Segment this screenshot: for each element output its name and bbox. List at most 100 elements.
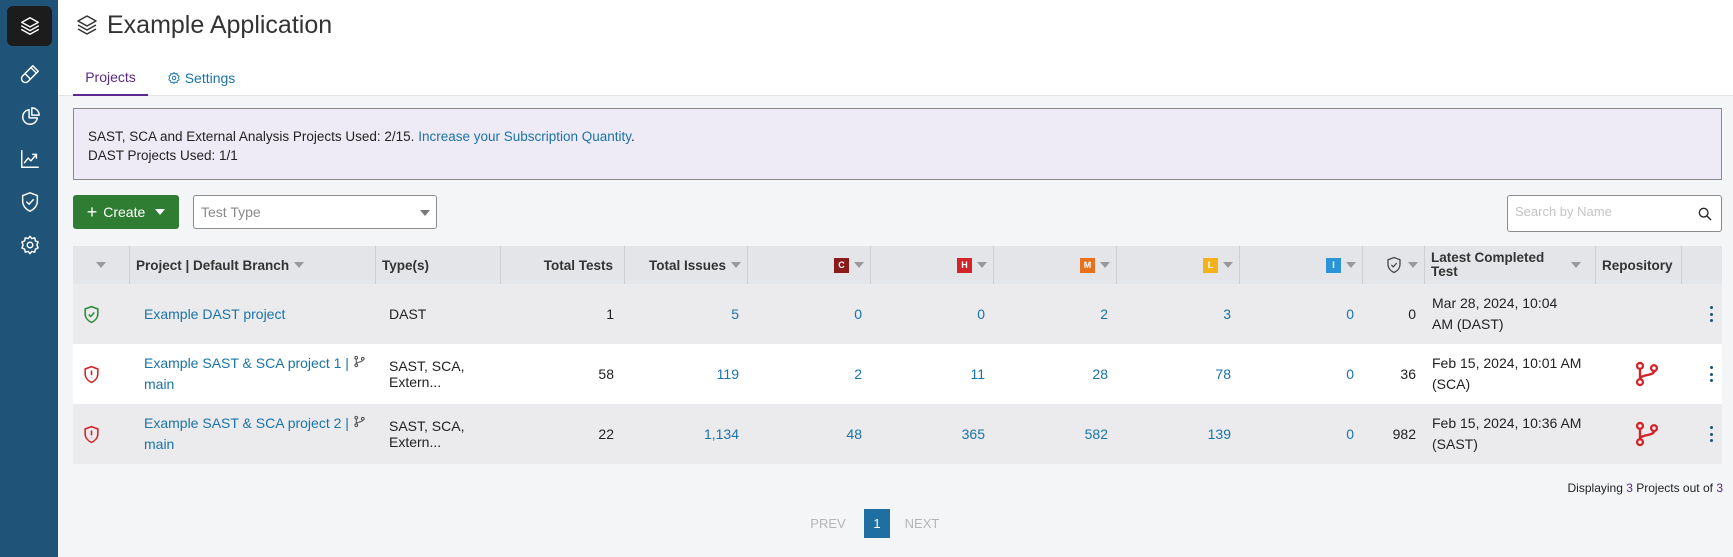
total-issues-link[interactable]: 1,134 xyxy=(625,404,739,464)
displaying-middle: Projects out of xyxy=(1636,481,1713,495)
projects-used-text: SAST, SCA and External Analysis Projects… xyxy=(88,129,415,144)
tab-settings[interactable]: Settings xyxy=(161,60,241,96)
policy-count: 982 xyxy=(1392,426,1416,442)
create-label: Create xyxy=(103,204,146,220)
info-severity-badge: I xyxy=(1326,257,1341,273)
table-row[interactable]: Example DAST project DAST 1 5 0 0 2 3 0 … xyxy=(73,284,1722,344)
gear-icon xyxy=(20,235,39,255)
total-issues-link[interactable]: 119 xyxy=(625,344,739,404)
status-failed-icon xyxy=(82,404,102,464)
critical-severity-badge: C xyxy=(834,257,849,273)
main-content: Example Application Projects Settings SA… xyxy=(58,0,1733,557)
high-count-link[interactable]: 11 xyxy=(871,344,985,404)
caret-down-icon xyxy=(155,209,166,215)
column-critical[interactable]: C xyxy=(748,246,871,284)
displaying-shown: 3 xyxy=(1626,481,1633,495)
column-medium[interactable]: M xyxy=(994,246,1117,284)
column-total-issues[interactable]: Total Issues xyxy=(625,246,748,284)
shield-check-icon xyxy=(21,192,38,212)
total-tests: 22 xyxy=(598,426,614,442)
sidebar-item-dashboards[interactable] xyxy=(7,97,52,137)
dast-used-text: DAST Projects Used: 1/1 xyxy=(88,148,238,163)
low-count-link[interactable]: 3 xyxy=(1117,284,1231,344)
project-name-link[interactable]: Example DAST project xyxy=(144,284,374,344)
tab-settings-label: Settings xyxy=(184,70,236,86)
total-tests: 1 xyxy=(606,306,614,322)
info-count-link[interactable]: 0 xyxy=(1240,284,1354,344)
sidebar-item-settings[interactable] xyxy=(7,225,52,265)
low-severity-badge: L xyxy=(1203,257,1218,273)
row-actions-menu-icon[interactable] xyxy=(1710,426,1714,442)
column-latest-test[interactable]: Latest Completed Test xyxy=(1425,246,1596,284)
medium-count-link[interactable]: 2 xyxy=(994,284,1108,344)
displaying-prefix: Displaying xyxy=(1567,481,1623,495)
column-types: Type(s) xyxy=(376,246,501,284)
medium-count-link[interactable]: 582 xyxy=(994,404,1108,464)
sidebar-item-applications[interactable] xyxy=(7,6,52,46)
pie-chart-icon xyxy=(21,107,40,125)
total-tests: 58 xyxy=(598,366,614,382)
project-name: Example SAST & SCA project 2 | xyxy=(144,415,349,431)
project-types: DAST xyxy=(389,306,427,322)
repository-link[interactable] xyxy=(1633,404,1661,464)
search-box xyxy=(1507,195,1722,232)
shield-check-icon xyxy=(1387,256,1401,274)
column-total-issues-label: Total Issues xyxy=(648,257,726,273)
page-1-button[interactable]: 1 xyxy=(864,509,890,538)
increase-subscription-link[interactable]: Increase your Subscription Quantity xyxy=(418,129,631,144)
info-count-link[interactable]: 0 xyxy=(1240,404,1354,464)
table-row[interactable]: Example SAST & SCA project 1 | main SAST… xyxy=(73,344,1722,404)
caret-down-icon xyxy=(420,210,430,216)
medium-count-link[interactable]: 28 xyxy=(994,344,1108,404)
tab-projects[interactable]: Projects xyxy=(73,60,148,96)
page-title: Example Application xyxy=(75,8,332,42)
sidebar-item-policies[interactable] xyxy=(7,182,52,222)
git-branch-icon xyxy=(354,415,365,428)
project-name-link[interactable]: Example SAST & SCA project 2 | main xyxy=(144,404,374,464)
app-title-text: Example Application xyxy=(107,10,333,39)
high-count-link[interactable]: 365 xyxy=(871,404,985,464)
create-button[interactable]: + Create xyxy=(73,195,179,229)
column-project-label: Project | Default Branch xyxy=(136,257,290,273)
row-actions-menu-icon[interactable] xyxy=(1710,366,1714,382)
sidebar xyxy=(0,0,58,557)
high-severity-badge: H xyxy=(957,257,972,273)
column-repository-label: Repository xyxy=(1602,257,1673,273)
displaying-total: 3 xyxy=(1716,481,1723,495)
low-count-link[interactable]: 139 xyxy=(1117,404,1231,464)
low-count-link[interactable]: 78 xyxy=(1117,344,1231,404)
critical-count-link[interactable]: 2 xyxy=(748,344,862,404)
next-page-button[interactable]: NEXT xyxy=(902,516,942,531)
plus-icon: + xyxy=(86,202,98,222)
caret-down-icon xyxy=(854,262,864,268)
row-actions-menu-icon[interactable] xyxy=(1710,306,1714,322)
medium-severity-badge: M xyxy=(1080,257,1095,273)
high-count-link[interactable]: 0 xyxy=(871,284,985,344)
search-input[interactable] xyxy=(1515,204,1690,219)
select-column-header[interactable] xyxy=(73,246,130,284)
test-type-select[interactable]: Test Type xyxy=(193,195,437,229)
project-name-link[interactable]: Example SAST & SCA project 1 | main xyxy=(144,344,374,404)
column-repository: Repository xyxy=(1596,246,1682,284)
info-count-link[interactable]: 0 xyxy=(1240,344,1354,404)
prev-page-button[interactable]: PREV xyxy=(808,516,848,531)
critical-count-link[interactable]: 0 xyxy=(748,284,862,344)
sidebar-item-reports[interactable] xyxy=(7,139,52,179)
column-info[interactable]: I xyxy=(1240,246,1363,284)
git-branch-icon xyxy=(1635,421,1659,447)
search-icon[interactable] xyxy=(1697,206,1713,222)
total-issues-link[interactable]: 5 xyxy=(625,284,739,344)
repository-link[interactable] xyxy=(1633,344,1661,404)
policy-count: 36 xyxy=(1400,366,1416,382)
critical-count-link[interactable]: 48 xyxy=(748,404,862,464)
sidebar-item-tests[interactable] xyxy=(7,54,52,94)
column-high[interactable]: H xyxy=(871,246,994,284)
table-row[interactable]: Example SAST & SCA project 2 | main SAST… xyxy=(73,404,1722,464)
column-total-tests-label: Total Tests xyxy=(543,257,613,273)
column-low[interactable]: L xyxy=(1117,246,1240,284)
projects-table: Project | Default Branch Type(s) Total T… xyxy=(73,246,1722,464)
latest-test-line1: Mar 28, 2024, 10:04 xyxy=(1432,295,1558,311)
caret-down-icon xyxy=(1408,262,1418,268)
column-policy[interactable] xyxy=(1363,246,1425,284)
column-project[interactable]: Project | Default Branch xyxy=(130,246,376,284)
